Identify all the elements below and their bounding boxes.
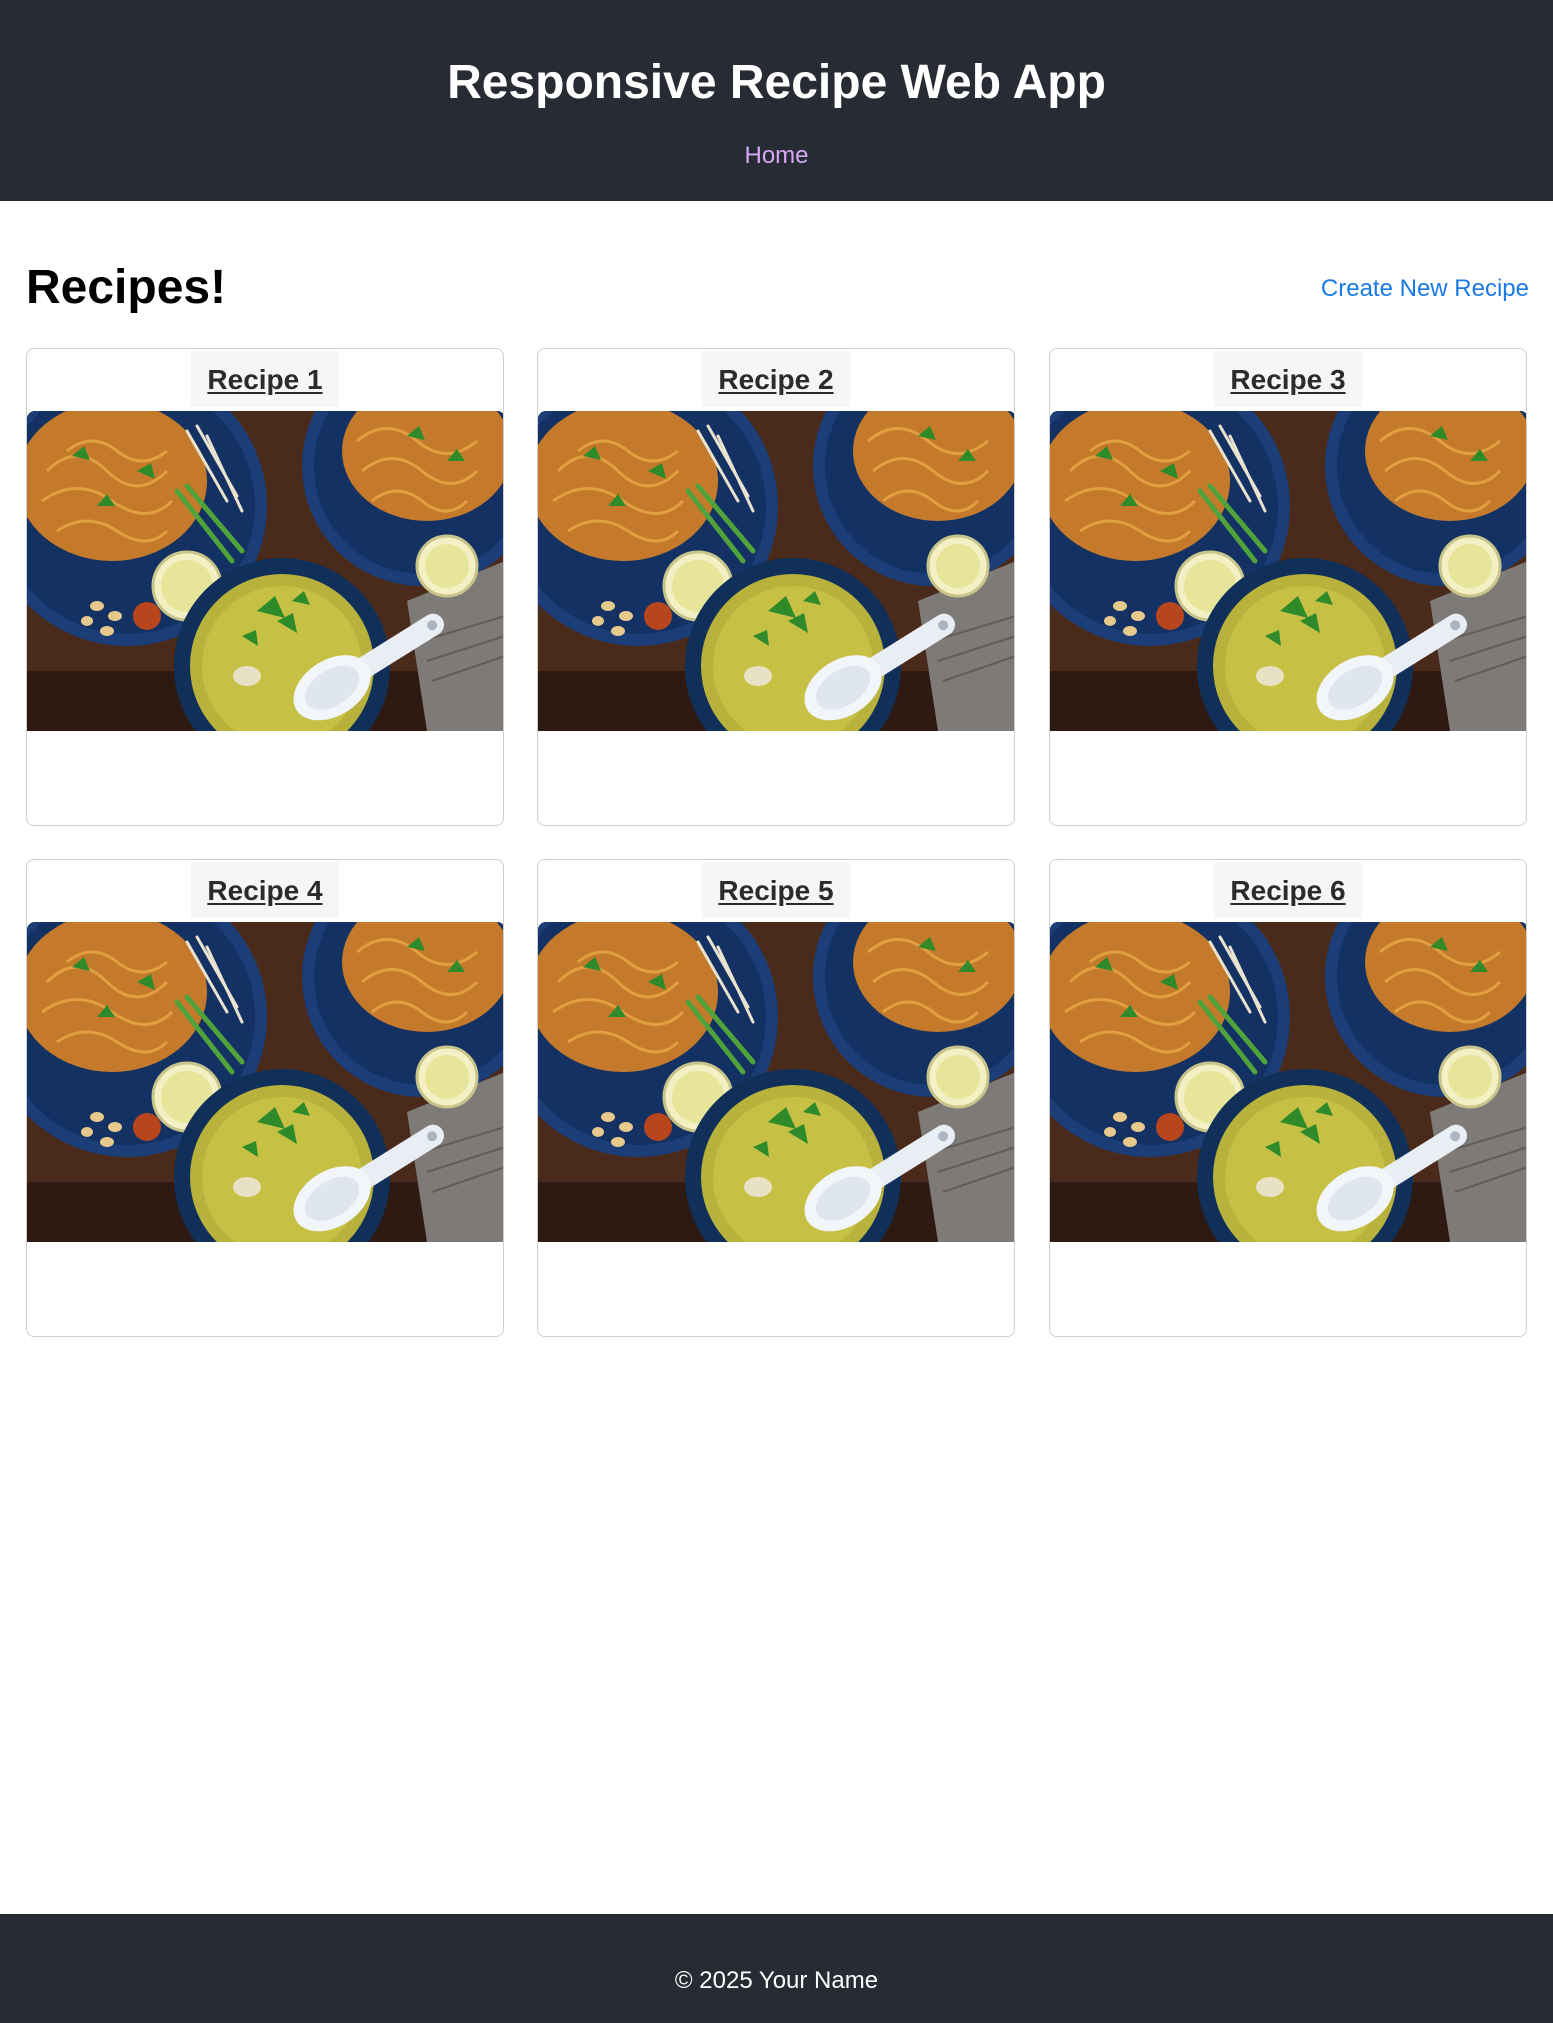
recipe-title-link[interactable]: Recipe 6 (1214, 862, 1362, 918)
recipe-title-link[interactable]: Recipe 4 (191, 862, 339, 918)
recipe-image[interactable] (1050, 922, 1526, 1242)
recipe-card-header: Recipe 4 (27, 860, 503, 922)
recipe-image[interactable] (27, 411, 503, 731)
create-new-recipe-link[interactable]: Create New Recipe (1321, 275, 1529, 303)
recipe-card-header: Recipe 2 (538, 349, 1014, 411)
nav-home-link[interactable]: Home (0, 142, 1553, 170)
recipe-card: Recipe 3 (1049, 348, 1527, 826)
recipe-title-link[interactable]: Recipe 5 (702, 862, 850, 918)
page: Responsive Recipe Web App Home Recipes! … (0, 0, 1553, 2023)
recipe-card: Recipe 1 (26, 348, 504, 826)
recipe-image[interactable] (538, 922, 1014, 1242)
recipe-card-header: Recipe 5 (538, 860, 1014, 922)
recipe-card: Recipe 6 (1049, 859, 1527, 1337)
recipe-image[interactable] (1050, 411, 1526, 731)
footer-copyright: © 2025 Your Name (674, 1967, 879, 1994)
site-title: Responsive Recipe Web App (447, 56, 1106, 109)
recipe-card-header: Recipe 1 (27, 349, 503, 411)
recipe-title-link[interactable]: Recipe 2 (702, 351, 850, 407)
recipe-card: Recipe 4 (26, 859, 504, 1337)
recipe-card-header: Recipe 3 (1050, 349, 1526, 411)
recipe-image[interactable] (538, 411, 1014, 731)
recipe-card-header: Recipe 6 (1050, 860, 1526, 922)
recipe-title-link[interactable]: Recipe 3 (1214, 351, 1362, 407)
site-header: Responsive Recipe Web App Home (0, 0, 1553, 201)
site-footer: © 2025 Your Name (0, 1914, 1553, 2023)
recipe-title-link[interactable]: Recipe 1 (191, 351, 339, 407)
recipe-image[interactable] (27, 922, 503, 1242)
recipe-card: Recipe 5 (537, 859, 1015, 1337)
recipe-card: Recipe 2 (537, 348, 1015, 826)
page-heading: Recipes! (26, 261, 227, 314)
